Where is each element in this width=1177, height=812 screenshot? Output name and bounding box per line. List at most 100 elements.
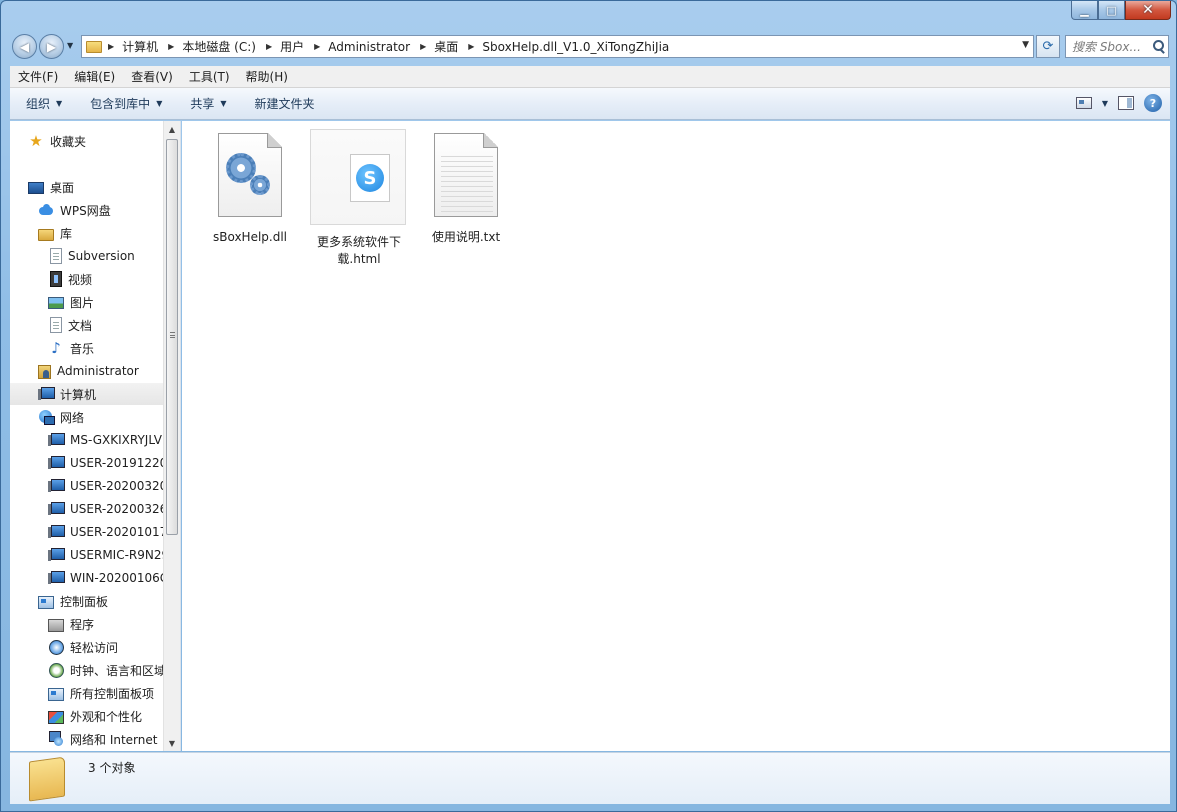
scroll-down-icon[interactable]: ▼ [164, 735, 180, 751]
nav-item[interactable]: 轻松访问 [10, 636, 164, 658]
nav-scrollbar[interactable]: ▲ ▼ [163, 121, 180, 751]
computer-icon [48, 501, 65, 517]
nav-item[interactable]: USER-20201017I [10, 521, 164, 543]
nav-item[interactable]: WPS网盘 [10, 199, 164, 221]
picture-icon [48, 297, 64, 309]
nav-item[interactable]: 时钟、语言和区域 [10, 659, 164, 681]
gears-icon [224, 151, 274, 201]
search-icon[interactable] [1152, 39, 1166, 54]
nav-item-label: 外观和个性化 [70, 709, 143, 724]
menu-view[interactable]: 查看(V) [123, 68, 181, 85]
arrow-left-icon: ◀ [19, 39, 30, 54]
computer-icon [48, 570, 65, 586]
nav-item[interactable]: ★ 收藏夹 [10, 130, 164, 152]
nav-item[interactable]: Subversion [10, 245, 164, 267]
nav-item[interactable]: ♪ 音乐 [10, 337, 164, 359]
breadcrumb-users[interactable]: 用户 [280, 38, 304, 55]
nav-item[interactable]: MS-GXKIXRYJLV [10, 429, 164, 451]
nav-item[interactable]: USER-20200320I [10, 475, 164, 497]
chevron-right-icon[interactable]: ▶ [108, 42, 114, 51]
chevron-right-icon[interactable]: ▶ [168, 42, 174, 51]
minimize-button[interactable]: ▁ [1071, 1, 1098, 20]
file-item-dll[interactable]: sBoxHelp.dll [202, 129, 298, 259]
html-file-icon: S [322, 134, 394, 222]
desktop-icon [28, 182, 44, 194]
clock-icon [48, 662, 64, 678]
title-bar[interactable]: ▁ □ ✕ [1, 1, 1176, 29]
help-icon[interactable]: ? [1144, 94, 1162, 112]
nav-item-label: 时钟、语言和区域 [70, 663, 164, 678]
nav-item[interactable]: 桌面 [10, 176, 164, 198]
chevron-right-icon[interactable]: ▶ [468, 42, 474, 51]
nav-item[interactable]: 图片 [10, 291, 164, 313]
nav-item-label: Administrator [57, 364, 139, 378]
page-icon: S [350, 154, 390, 202]
share-button[interactable]: 共享 ▼ [180, 95, 236, 112]
explorer-window: ▁ □ ✕ ◀ ▶ ▼ ▶ 计算机 ▶ 本地磁盘 (C:) ▶ 用户 ▶ Adm… [0, 0, 1177, 812]
file-item-txt[interactable]: 使用说明.txt [418, 129, 514, 259]
nav-item[interactable]: Administrator [10, 360, 164, 382]
recent-pages-dropdown[interactable]: ▼ [67, 41, 73, 50]
new-folder-button[interactable]: 新建文件夹 [245, 95, 325, 112]
nav-item[interactable]: 文档 [10, 314, 164, 336]
file-item-html[interactable]: S 更多系统软件下载.html [310, 129, 406, 266]
include-in-library-button[interactable]: 包含到库中 ▼ [80, 95, 172, 112]
nav-item[interactable]: USER-20200326V [10, 498, 164, 520]
breadcrumb-computer[interactable]: 计算机 [122, 38, 158, 55]
computer-icon [48, 455, 65, 471]
nav-item[interactable]: USERMIC-R9N29 [10, 544, 164, 566]
nav-item-label: USER-20201017I [70, 525, 164, 539]
share-label: 共享 [190, 97, 215, 111]
nav-item[interactable]: 所有控制面板项 [10, 682, 164, 704]
nav-item[interactable]: 网络和 Internet [10, 728, 164, 750]
computer-icon [48, 547, 65, 563]
breadcrumb-current-folder[interactable]: SboxHelp.dll_V1.0_XiTongZhiJia [482, 40, 669, 54]
nav-item[interactable]: 外观和个性化 [10, 705, 164, 727]
network-icon [38, 409, 55, 425]
include-library-label: 包含到库中 [90, 97, 151, 111]
sogou-browser-icon: S [356, 164, 384, 192]
scrollbar-thumb[interactable] [166, 139, 178, 535]
cpanel-icon [38, 595, 54, 609]
chevron-right-icon[interactable]: ▶ [420, 42, 426, 51]
nav-item[interactable]: 程序 [10, 613, 164, 635]
back-button[interactable]: ◀ [12, 34, 37, 59]
search-box [1065, 35, 1169, 58]
address-history-dropdown[interactable]: ▼ [1022, 40, 1029, 50]
file-list: sBoxHelp.dll S 更多系统软件下载.html 使用说明.txt [182, 121, 1170, 751]
organize-button[interactable]: 组织 ▼ [16, 95, 72, 112]
chevron-right-icon[interactable]: ▶ [266, 42, 272, 51]
nav-item[interactable]: 视频 [10, 268, 164, 290]
close-button[interactable]: ✕ [1125, 1, 1171, 20]
menu-help[interactable]: 帮助(H) [238, 68, 296, 85]
address-bar[interactable]: ▶ 计算机 ▶ 本地磁盘 (C:) ▶ 用户 ▶ Administrator ▶… [81, 35, 1034, 58]
breadcrumb-desktop[interactable]: 桌面 [434, 38, 458, 55]
nav-item-label: USERMIC-R9N29 [70, 548, 164, 562]
breadcrumb-administrator[interactable]: Administrator [328, 40, 410, 54]
menu-edit[interactable]: 编辑(E) [66, 68, 123, 85]
scroll-up-icon[interactable]: ▲ [164, 121, 180, 137]
preview-pane-icon[interactable] [1118, 96, 1134, 110]
menu-file[interactable]: 文件(F) [10, 68, 66, 85]
forward-button[interactable]: ▶ [39, 34, 64, 59]
nav-item-label: 音乐 [70, 341, 95, 356]
change-view-icon[interactable] [1075, 97, 1092, 109]
toolbar-right: ▼ ? [1075, 94, 1162, 112]
menu-tools[interactable]: 工具(T) [181, 68, 238, 85]
nav-item[interactable]: 控制面板 [10, 590, 164, 612]
nav-item-label: 所有控制面板项 [70, 686, 155, 701]
nav-item-label: 视频 [68, 272, 93, 287]
maximize-button[interactable]: □ [1098, 1, 1125, 20]
refresh-button[interactable]: ⟳ [1036, 35, 1060, 58]
search-input[interactable] [1072, 39, 1152, 54]
nav-item[interactable]: USER-20191220I [10, 452, 164, 474]
chevron-right-icon[interactable]: ▶ [314, 42, 320, 51]
breadcrumb-local-disk[interactable]: 本地磁盘 (C:) [182, 38, 256, 55]
nav-item[interactable]: 库 [10, 222, 164, 244]
grip-icon [170, 332, 175, 338]
chevron-down-icon[interactable]: ▼ [1102, 99, 1108, 108]
nav-item[interactable]: 计算机 [10, 383, 164, 405]
nav-item[interactable]: WIN-20200106G [10, 567, 164, 589]
nav-item-label: USER-20191220I [70, 456, 164, 470]
nav-item[interactable]: 网络 [10, 406, 164, 428]
